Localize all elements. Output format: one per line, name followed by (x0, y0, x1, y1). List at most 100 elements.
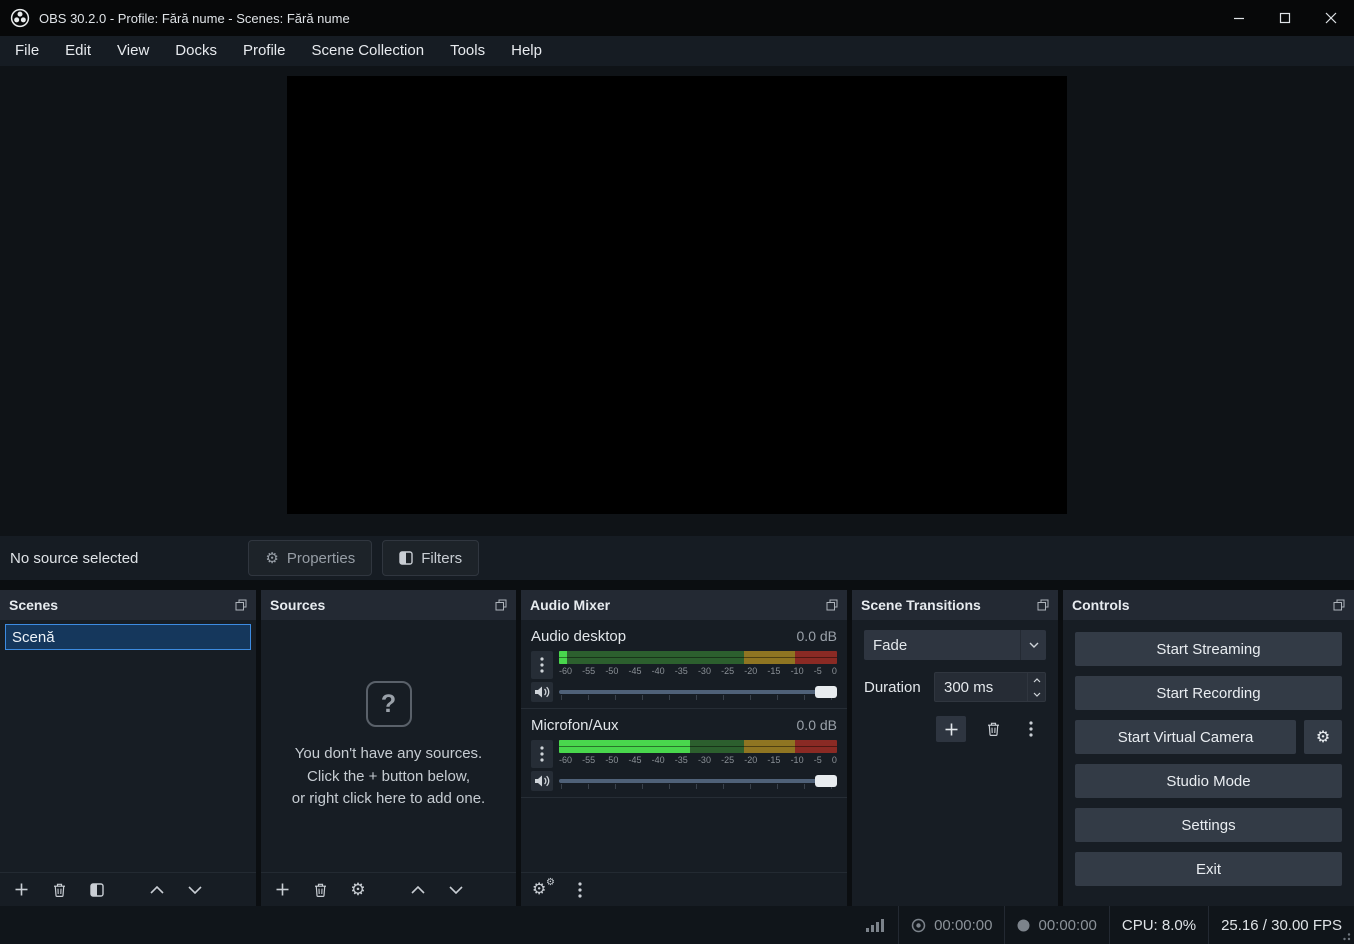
scenes-dock-header[interactable]: Scenes (0, 590, 256, 620)
sources-title: Sources (270, 597, 326, 613)
obs-window: OBS 30.2.0 - Profile: Fără nume - Scenes… (0, 0, 1354, 944)
menu-edit[interactable]: Edit (52, 36, 104, 66)
scale-label: -50 (605, 755, 619, 765)
start-recording-button[interactable]: Start Recording (1075, 676, 1342, 710)
scale-label: -25 (721, 666, 735, 676)
close-button[interactable] (1308, 0, 1354, 36)
scene-filters-button[interactable] (86, 879, 108, 901)
float-dock-icon[interactable] (235, 599, 247, 611)
remove-transition-button[interactable] (982, 718, 1004, 740)
trash-icon (987, 722, 999, 736)
float-dock-icon[interactable] (826, 599, 838, 611)
mute-button[interactable] (531, 682, 553, 702)
scale-label: -55 (582, 755, 596, 765)
mute-button[interactable] (531, 771, 553, 791)
source-properties-button[interactable]: ⚙ (347, 879, 369, 901)
menu-tools[interactable]: Tools (437, 36, 498, 66)
docks-row: Scenes Scenă Sources ? You don't have an… (0, 590, 1354, 906)
scale-label: -45 (628, 666, 642, 676)
float-dock-icon[interactable] (1037, 599, 1049, 611)
chevron-down-icon (449, 885, 463, 894)
controls-dock: Controls Start Streaming Start Recording… (1063, 590, 1354, 906)
sources-empty-area[interactable]: ? You don't have any sources. Click the … (261, 620, 516, 872)
chevron-up-icon (411, 885, 425, 894)
menu-profile[interactable]: Profile (230, 36, 299, 66)
scene-transitions-dock-header[interactable]: Scene Transitions (852, 590, 1058, 620)
slider-track (559, 690, 837, 694)
volume-slider[interactable] (559, 772, 837, 790)
network-signal-icon (866, 919, 885, 932)
mixer-options-button[interactable] (569, 879, 591, 901)
float-dock-icon[interactable] (1333, 599, 1345, 611)
fps-group: 25.16 / 30.00 FPS (1209, 906, 1354, 944)
menu-help[interactable]: Help (498, 36, 555, 66)
advanced-audio-properties-button[interactable]: ⚙ ⚙ (531, 877, 555, 901)
move-source-down-button[interactable] (445, 879, 467, 901)
volume-slider-handle[interactable] (815, 686, 837, 698)
scenes-title: Scenes (9, 597, 59, 613)
sources-empty-line: You don't have any sources. (294, 745, 483, 763)
add-scene-button[interactable] (10, 879, 32, 901)
speaker-icon (535, 686, 550, 698)
properties-button[interactable]: ⚙ Properties (248, 540, 373, 576)
duration-spinbox[interactable]: 300 ms (934, 672, 1046, 702)
plus-icon (15, 883, 27, 896)
audio-mixer-dock: Audio Mixer Audio desktop 0.0 dB -60 -55… (521, 590, 847, 906)
scale-label: -40 (651, 755, 665, 765)
transition-select[interactable]: Fade (864, 630, 1046, 660)
move-scene-up-button[interactable] (146, 879, 168, 901)
start-streaming-button[interactable]: Start Streaming (1075, 632, 1342, 666)
fps-counter: 25.16 / 30.00 FPS (1221, 916, 1342, 934)
sources-dock-header[interactable]: Sources (261, 590, 516, 620)
settings-button[interactable]: Settings (1075, 808, 1342, 842)
start-virtual-camera-button[interactable]: Start Virtual Camera (1075, 720, 1296, 754)
controls-dock-header[interactable]: Controls (1063, 590, 1354, 620)
kebab-icon (540, 746, 544, 762)
studio-mode-button[interactable]: Studio Mode (1075, 764, 1342, 798)
menu-docks[interactable]: Docks (162, 36, 230, 66)
menu-scene-collection[interactable]: Scene Collection (299, 36, 438, 66)
cpu-usage: CPU: 8.0% (1121, 916, 1197, 934)
add-transition-button[interactable] (936, 716, 966, 742)
gear-icon: ⚙ (265, 550, 279, 567)
channel-options-button[interactable] (531, 651, 553, 679)
add-source-button[interactable] (271, 879, 293, 901)
filters-button[interactable]: Filters (382, 540, 480, 576)
source-status-text: No source selected (10, 549, 139, 567)
resize-grip[interactable] (1340, 930, 1351, 941)
move-source-up-button[interactable] (407, 879, 429, 901)
source-toolbar: No source selected ⚙ Properties Filters (0, 536, 1354, 580)
scale-label: -5 (813, 666, 822, 676)
scene-item[interactable]: Scenă (5, 624, 251, 650)
scale-label: -40 (651, 666, 665, 676)
trash-icon (53, 883, 65, 897)
preview-canvas[interactable] (287, 76, 1067, 514)
scale-label: -10 (790, 666, 804, 676)
scale-label: -20 (744, 666, 758, 676)
menu-file[interactable]: File (2, 36, 52, 66)
float-dock-icon[interactable] (495, 599, 507, 611)
maximize-button[interactable] (1262, 0, 1308, 36)
volume-slider[interactable] (559, 683, 837, 701)
move-scene-down-button[interactable] (184, 879, 206, 901)
transition-options-button[interactable] (1020, 718, 1042, 740)
duration-value[interactable]: 300 ms (935, 673, 1027, 701)
audio-mixer-dock-header[interactable]: Audio Mixer (521, 590, 847, 620)
remove-scene-button[interactable] (48, 879, 70, 901)
mixer-channel-mic: Microfon/Aux 0.0 dB -60 -55 -50 -45 -40 … (521, 709, 847, 798)
exit-button[interactable]: Exit (1075, 852, 1342, 886)
duration-decrement-button[interactable] (1028, 687, 1045, 701)
channel-options-button[interactable] (531, 740, 553, 768)
volume-slider-handle[interactable] (815, 775, 837, 787)
scale-label: -50 (605, 666, 619, 676)
channel-name: Microfon/Aux (531, 717, 619, 734)
scale-label: -20 (744, 755, 758, 765)
statusbar: 00:00:00 00:00:00 CPU: 8.0% 25.16 / 30.0… (0, 906, 1354, 944)
minimize-button[interactable] (1216, 0, 1262, 36)
menu-view[interactable]: View (104, 36, 162, 66)
duration-increment-button[interactable] (1028, 673, 1045, 687)
cpu-usage-group: CPU: 8.0% (1110, 906, 1208, 944)
remove-source-button[interactable] (309, 879, 331, 901)
virtual-camera-settings-button[interactable]: ⚙ (1304, 720, 1342, 754)
volume-meter (559, 740, 837, 753)
